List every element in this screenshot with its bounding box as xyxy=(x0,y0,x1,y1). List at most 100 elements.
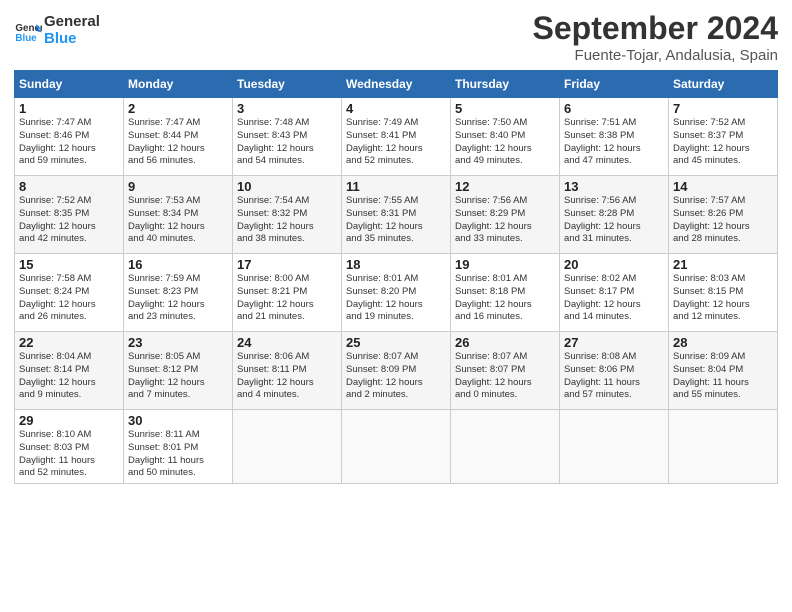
day-number: 19 xyxy=(455,257,555,272)
calendar-cell-11: 11Sunrise: 7:55 AM Sunset: 8:31 PM Dayli… xyxy=(342,176,451,254)
calendar-header-thursday: Thursday xyxy=(451,71,560,98)
day-number: 27 xyxy=(564,335,664,350)
calendar-cell-30: 30Sunrise: 8:11 AM Sunset: 8:01 PM Dayli… xyxy=(124,410,233,484)
day-info: Sunrise: 7:55 AM Sunset: 8:31 PM Dayligh… xyxy=(346,195,446,246)
calendar-cell-20: 20Sunrise: 8:02 AM Sunset: 8:17 PM Dayli… xyxy=(560,254,669,332)
calendar-cell-empty xyxy=(560,410,669,484)
week-row-4: 29Sunrise: 8:10 AM Sunset: 8:03 PM Dayli… xyxy=(15,410,778,484)
day-info: Sunrise: 8:10 AM Sunset: 8:03 PM Dayligh… xyxy=(19,429,119,480)
day-number: 12 xyxy=(455,179,555,194)
day-number: 3 xyxy=(237,101,337,116)
logo: General Blue General Blue xyxy=(14,14,100,47)
calendar-header-row: SundayMondayTuesdayWednesdayThursdayFrid… xyxy=(15,71,778,98)
calendar-cell-22: 22Sunrise: 8:04 AM Sunset: 8:14 PM Dayli… xyxy=(15,332,124,410)
day-number: 28 xyxy=(673,335,773,350)
day-info: Sunrise: 7:54 AM Sunset: 8:32 PM Dayligh… xyxy=(237,195,337,246)
day-info: Sunrise: 7:52 AM Sunset: 8:35 PM Dayligh… xyxy=(19,195,119,246)
day-info: Sunrise: 7:53 AM Sunset: 8:34 PM Dayligh… xyxy=(128,195,228,246)
day-info: Sunrise: 7:57 AM Sunset: 8:26 PM Dayligh… xyxy=(673,195,773,246)
day-info: Sunrise: 7:47 AM Sunset: 8:44 PM Dayligh… xyxy=(128,117,228,168)
day-number: 7 xyxy=(673,101,773,116)
day-info: Sunrise: 8:08 AM Sunset: 8:06 PM Dayligh… xyxy=(564,351,664,402)
calendar-cell-28: 28Sunrise: 8:09 AM Sunset: 8:04 PM Dayli… xyxy=(669,332,778,410)
calendar-cell-empty xyxy=(451,410,560,484)
calendar-cell-5: 5Sunrise: 7:50 AM Sunset: 8:40 PM Daylig… xyxy=(451,98,560,176)
calendar-cell-25: 25Sunrise: 8:07 AM Sunset: 8:09 PM Dayli… xyxy=(342,332,451,410)
calendar-cell-29: 29Sunrise: 8:10 AM Sunset: 8:03 PM Dayli… xyxy=(15,410,124,484)
calendar-header-tuesday: Tuesday xyxy=(233,71,342,98)
calendar-cell-16: 16Sunrise: 7:59 AM Sunset: 8:23 PM Dayli… xyxy=(124,254,233,332)
calendar-header-wednesday: Wednesday xyxy=(342,71,451,98)
day-number: 23 xyxy=(128,335,228,350)
day-number: 11 xyxy=(346,179,446,194)
calendar-cell-27: 27Sunrise: 8:08 AM Sunset: 8:06 PM Dayli… xyxy=(560,332,669,410)
logo-icon: General Blue xyxy=(14,17,42,45)
calendar-cell-14: 14Sunrise: 7:57 AM Sunset: 8:26 PM Dayli… xyxy=(669,176,778,254)
calendar-cell-21: 21Sunrise: 8:03 AM Sunset: 8:15 PM Dayli… xyxy=(669,254,778,332)
week-row-2: 15Sunrise: 7:58 AM Sunset: 8:24 PM Dayli… xyxy=(15,254,778,332)
day-number: 13 xyxy=(564,179,664,194)
day-info: Sunrise: 7:56 AM Sunset: 8:28 PM Dayligh… xyxy=(564,195,664,246)
day-info: Sunrise: 7:59 AM Sunset: 8:23 PM Dayligh… xyxy=(128,273,228,324)
page-header: General Blue General Blue September 2024… xyxy=(14,10,778,64)
calendar-header-saturday: Saturday xyxy=(669,71,778,98)
day-number: 24 xyxy=(237,335,337,350)
logo-general-text: General xyxy=(44,13,100,30)
calendar-cell-8: 8Sunrise: 7:52 AM Sunset: 8:35 PM Daylig… xyxy=(15,176,124,254)
calendar-header-sunday: Sunday xyxy=(15,71,124,98)
calendar-cell-23: 23Sunrise: 8:05 AM Sunset: 8:12 PM Dayli… xyxy=(124,332,233,410)
day-number: 1 xyxy=(19,101,119,116)
day-info: Sunrise: 8:01 AM Sunset: 8:20 PM Dayligh… xyxy=(346,273,446,324)
day-number: 10 xyxy=(237,179,337,194)
calendar-cell-7: 7Sunrise: 7:52 AM Sunset: 8:37 PM Daylig… xyxy=(669,98,778,176)
calendar-cell-15: 15Sunrise: 7:58 AM Sunset: 8:24 PM Dayli… xyxy=(15,254,124,332)
calendar-cell-24: 24Sunrise: 8:06 AM Sunset: 8:11 PM Dayli… xyxy=(233,332,342,410)
day-info: Sunrise: 8:05 AM Sunset: 8:12 PM Dayligh… xyxy=(128,351,228,402)
calendar-cell-17: 17Sunrise: 8:00 AM Sunset: 8:21 PM Dayli… xyxy=(233,254,342,332)
calendar-table: SundayMondayTuesdayWednesdayThursdayFrid… xyxy=(14,70,778,484)
day-number: 8 xyxy=(19,179,119,194)
day-info: Sunrise: 7:47 AM Sunset: 8:46 PM Dayligh… xyxy=(19,117,119,168)
calendar-cell-6: 6Sunrise: 7:51 AM Sunset: 8:38 PM Daylig… xyxy=(560,98,669,176)
svg-text:Blue: Blue xyxy=(15,32,37,43)
calendar-cell-empty xyxy=(669,410,778,484)
page-container: General Blue General Blue September 2024… xyxy=(0,0,792,494)
day-number: 21 xyxy=(673,257,773,272)
week-row-3: 22Sunrise: 8:04 AM Sunset: 8:14 PM Dayli… xyxy=(15,332,778,410)
day-number: 17 xyxy=(237,257,337,272)
day-number: 15 xyxy=(19,257,119,272)
calendar-cell-3: 3Sunrise: 7:48 AM Sunset: 8:43 PM Daylig… xyxy=(233,98,342,176)
calendar-cell-9: 9Sunrise: 7:53 AM Sunset: 8:34 PM Daylig… xyxy=(124,176,233,254)
logo-blue-text: Blue xyxy=(44,30,77,47)
calendar-header-friday: Friday xyxy=(560,71,669,98)
day-info: Sunrise: 8:07 AM Sunset: 8:09 PM Dayligh… xyxy=(346,351,446,402)
calendar-cell-4: 4Sunrise: 7:49 AM Sunset: 8:41 PM Daylig… xyxy=(342,98,451,176)
title-block: September 2024 Fuente-Tojar, Andalusia, … xyxy=(533,10,778,64)
calendar-cell-empty xyxy=(233,410,342,484)
day-info: Sunrise: 8:00 AM Sunset: 8:21 PM Dayligh… xyxy=(237,273,337,324)
day-info: Sunrise: 7:56 AM Sunset: 8:29 PM Dayligh… xyxy=(455,195,555,246)
calendar-cell-13: 13Sunrise: 7:56 AM Sunset: 8:28 PM Dayli… xyxy=(560,176,669,254)
day-info: Sunrise: 7:50 AM Sunset: 8:40 PM Dayligh… xyxy=(455,117,555,168)
calendar-cell-empty xyxy=(342,410,451,484)
calendar-header-monday: Monday xyxy=(124,71,233,98)
day-info: Sunrise: 7:58 AM Sunset: 8:24 PM Dayligh… xyxy=(19,273,119,324)
page-title: September 2024 xyxy=(533,10,778,47)
day-number: 25 xyxy=(346,335,446,350)
day-number: 18 xyxy=(346,257,446,272)
calendar-cell-19: 19Sunrise: 8:01 AM Sunset: 8:18 PM Dayli… xyxy=(451,254,560,332)
day-info: Sunrise: 8:07 AM Sunset: 8:07 PM Dayligh… xyxy=(455,351,555,402)
day-info: Sunrise: 7:48 AM Sunset: 8:43 PM Dayligh… xyxy=(237,117,337,168)
day-number: 9 xyxy=(128,179,228,194)
day-info: Sunrise: 8:03 AM Sunset: 8:15 PM Dayligh… xyxy=(673,273,773,324)
week-row-0: 1Sunrise: 7:47 AM Sunset: 8:46 PM Daylig… xyxy=(15,98,778,176)
calendar-cell-1: 1Sunrise: 7:47 AM Sunset: 8:46 PM Daylig… xyxy=(15,98,124,176)
day-number: 2 xyxy=(128,101,228,116)
day-info: Sunrise: 8:11 AM Sunset: 8:01 PM Dayligh… xyxy=(128,429,228,480)
day-info: Sunrise: 8:01 AM Sunset: 8:18 PM Dayligh… xyxy=(455,273,555,324)
day-info: Sunrise: 8:04 AM Sunset: 8:14 PM Dayligh… xyxy=(19,351,119,402)
day-number: 26 xyxy=(455,335,555,350)
day-info: Sunrise: 8:06 AM Sunset: 8:11 PM Dayligh… xyxy=(237,351,337,402)
day-number: 16 xyxy=(128,257,228,272)
day-info: Sunrise: 7:51 AM Sunset: 8:38 PM Dayligh… xyxy=(564,117,664,168)
